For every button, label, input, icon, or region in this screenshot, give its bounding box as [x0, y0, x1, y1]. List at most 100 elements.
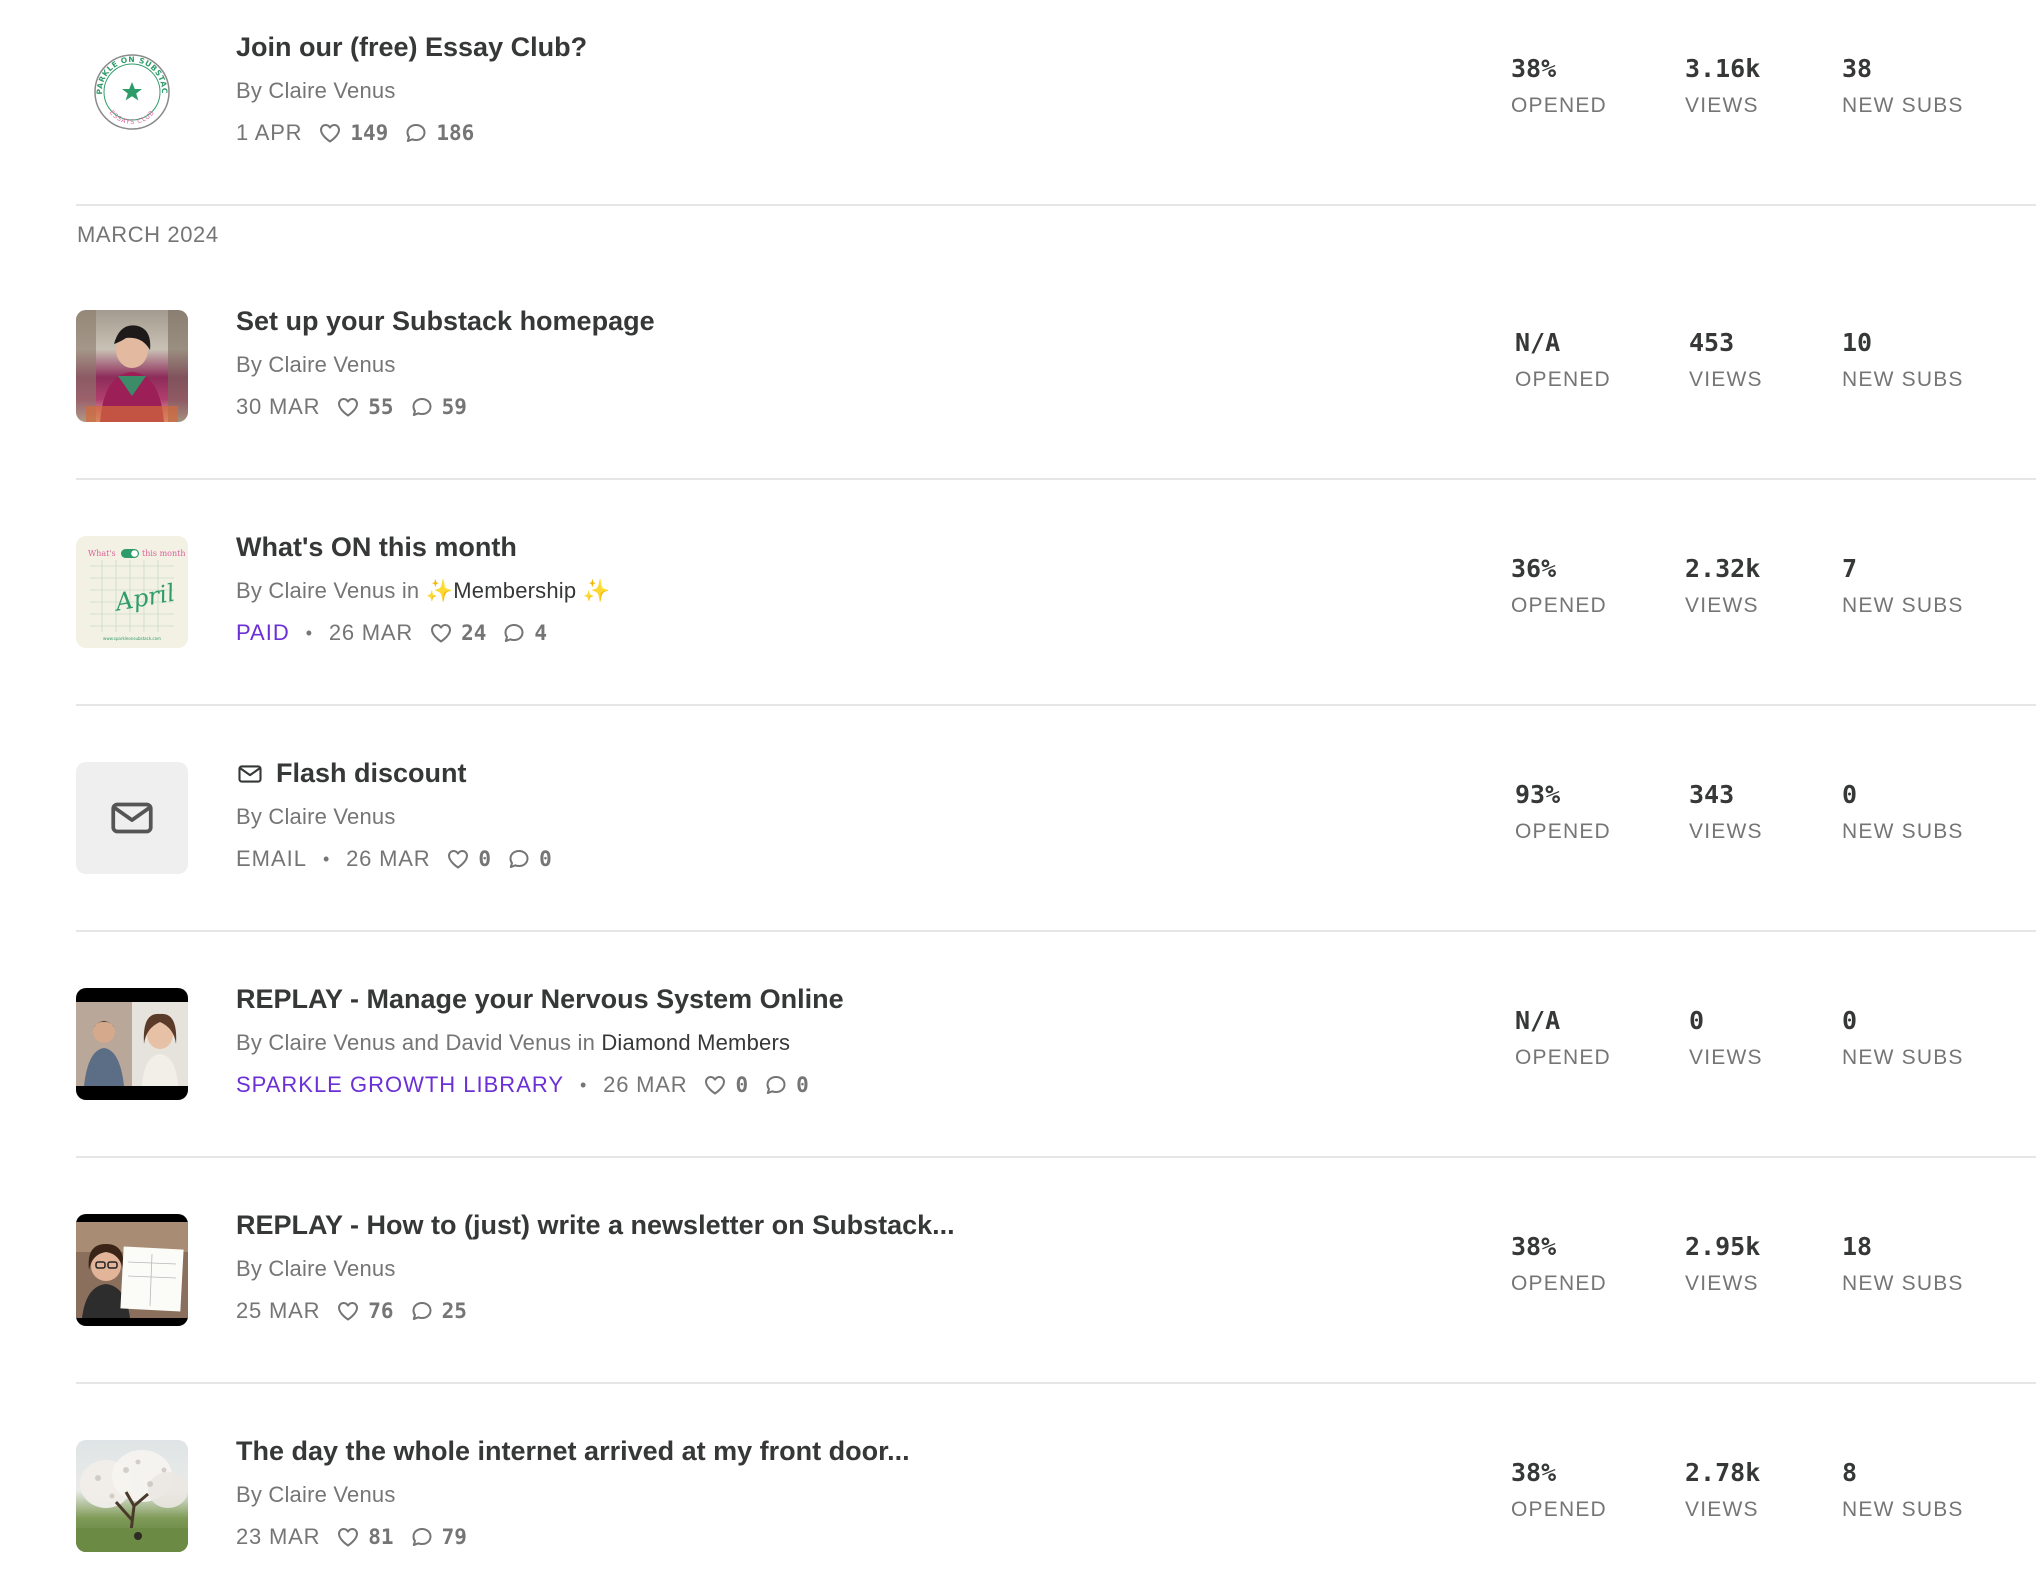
heart-icon: [336, 1299, 360, 1323]
post-date: 1 APR: [236, 120, 303, 145]
email-thumbnail: [76, 762, 188, 874]
post-byline: By Claire Venus in ✨Membership ✨: [236, 578, 610, 604]
new-subs-value: 0: [1842, 780, 1858, 809]
svg-text:April: April: [111, 579, 176, 617]
opened-label: OPENED: [1511, 94, 1607, 117]
post-date: 25 MAR: [236, 1298, 321, 1323]
post-date: 23 MAR: [236, 1524, 321, 1549]
post-date: 26 MAR: [346, 846, 431, 871]
post-title[interactable]: Flash discount: [236, 758, 467, 789]
post-meta: EMAIL • 26 MAR 0 0: [236, 846, 552, 872]
views-stat: 2.78k VIEWS: [1685, 1458, 1760, 1522]
opened-label: OPENED: [1511, 594, 1607, 617]
post-row[interactable]: Flash discount By Claire Venus EMAIL • 2…: [76, 758, 2036, 874]
post-title[interactable]: Set up your Substack homepage: [236, 306, 655, 337]
video-call-thumbnail: [76, 988, 188, 1100]
new-subs-label: NEW SUBS: [1842, 594, 1964, 617]
comment-count: 79: [441, 1525, 467, 1549]
blossom-tree-thumbnail: [76, 1440, 188, 1552]
post-title[interactable]: REPLAY - Manage your Nervous System Onli…: [236, 984, 844, 1015]
heart-icon: [703, 1073, 727, 1097]
views-label: VIEWS: [1685, 1498, 1759, 1521]
post-row[interactable]: REPLAY - How to (just) write a newslette…: [76, 1210, 2036, 1326]
post-title[interactable]: REPLAY - How to (just) write a newslette…: [236, 1210, 955, 1241]
heart-icon: [446, 847, 470, 871]
post-title[interactable]: What's ON this month: [236, 532, 517, 563]
row-divider: [76, 704, 2036, 706]
new-subs-stat: 18 NEW SUBS: [1842, 1232, 1964, 1296]
month-section-label: MARCH 2024: [77, 222, 219, 247]
comment-count: 186: [436, 121, 475, 145]
post-row[interactable]: SPARKLE ON SUBSTACK ESSAYS CLUB Join our…: [76, 32, 2036, 148]
sparkle-logo-thumbnail: SPARKLE ON SUBSTACK ESSAYS CLUB: [76, 36, 188, 148]
new-subs-stat: 10 NEW SUBS: [1842, 328, 1964, 392]
post-row[interactable]: What's this month April www.sparkleonsub…: [76, 532, 2036, 648]
comment-icon: [507, 847, 531, 871]
post-meta: 1 APR 149 186: [236, 120, 474, 146]
new-subs-label: NEW SUBS: [1842, 820, 1964, 843]
new-subs-label: NEW SUBS: [1842, 94, 1964, 117]
row-divider: [76, 1382, 2036, 1384]
comment-icon: [410, 395, 434, 419]
post-byline: By Claire Venus: [236, 78, 396, 103]
views-value: 0: [1689, 1006, 1705, 1035]
photo-woman-at-desk-thumbnail: [76, 310, 188, 422]
separator-dot: •: [305, 622, 313, 643]
paid-tag: PAID: [236, 620, 290, 645]
opened-value: 38%: [1511, 1458, 1557, 1487]
post-meta: 30 MAR 55 59: [236, 394, 467, 420]
post-byline: By Claire Venus and David Venus in Diamo…: [236, 1030, 790, 1056]
post-meta: SPARKLE GROWTH LIBRARY • 26 MAR 0 0: [236, 1072, 809, 1098]
post-row[interactable]: REPLAY - Manage your Nervous System Onli…: [76, 984, 2036, 1100]
comment-count: 0: [539, 847, 552, 871]
post-byline: By Claire Venus: [236, 804, 396, 829]
email-tag: EMAIL: [236, 846, 308, 871]
separator-dot: •: [580, 1074, 588, 1095]
post-byline: By Claire Venus: [236, 352, 396, 377]
publication-link[interactable]: ✨Membership ✨: [426, 578, 611, 603]
opened-stat: 93% OPENED: [1515, 780, 1611, 844]
new-subs-value: 7: [1842, 554, 1858, 583]
views-value: 2.32k: [1685, 554, 1761, 583]
opened-value: 36%: [1511, 554, 1557, 583]
svg-text:this month: this month: [142, 549, 186, 558]
new-subs-value: 18: [1842, 1232, 1873, 1261]
comment-count: 25: [441, 1299, 467, 1323]
comment-icon: [410, 1299, 434, 1323]
comment-count: 0: [796, 1073, 809, 1097]
post-row[interactable]: Set up your Substack homepage By Claire …: [76, 306, 2036, 422]
comment-icon: [410, 1525, 434, 1549]
opened-stat: 38% OPENED: [1511, 1458, 1607, 1522]
section-tag[interactable]: SPARKLE GROWTH LIBRARY: [236, 1072, 564, 1098]
post-title[interactable]: The day the whole internet arrived at my…: [236, 1436, 910, 1467]
views-stat: 343 VIEWS: [1689, 780, 1763, 844]
sparkle-logo-icon: SPARKLE ON SUBSTACK ESSAYS CLUB: [76, 36, 170, 130]
post-title[interactable]: Join our (free) Essay Club?: [236, 32, 587, 63]
new-subs-value: 10: [1842, 328, 1873, 357]
views-label: VIEWS: [1685, 594, 1759, 617]
heart-icon: [318, 121, 342, 145]
post-byline: By Claire Venus: [236, 1256, 396, 1281]
opened-label: OPENED: [1515, 820, 1611, 843]
opened-value: 38%: [1511, 54, 1557, 83]
svg-text:www.sparkleonsubstack.com: www.sparkleonsubstack.com: [103, 636, 161, 641]
views-stat: 2.32k VIEWS: [1685, 554, 1760, 618]
video-woman-thumbnail: [76, 1214, 188, 1326]
post-row[interactable]: The day the whole internet arrived at my…: [76, 1436, 2036, 1552]
like-count: 76: [368, 1299, 394, 1323]
like-count: 81: [368, 1525, 394, 1549]
opened-value: 38%: [1511, 1232, 1557, 1261]
views-stat: 3.16k VIEWS: [1685, 54, 1760, 118]
views-value: 343: [1689, 780, 1735, 809]
like-count: 0: [735, 1073, 749, 1097]
views-label: VIEWS: [1685, 1272, 1759, 1295]
new-subs-value: 38: [1842, 54, 1873, 83]
post-date: 26 MAR: [603, 1072, 688, 1097]
mail-icon: [107, 793, 157, 843]
post-meta: 23 MAR 81 79: [236, 1524, 467, 1550]
post-byline: By Claire Venus: [236, 1482, 396, 1507]
svg-text:ESSAYS CLUB: ESSAYS CLUB: [108, 109, 156, 126]
opened-stat: 38% OPENED: [1511, 1232, 1607, 1296]
opened-label: OPENED: [1515, 368, 1611, 391]
publication-link[interactable]: Diamond Members: [601, 1030, 790, 1055]
